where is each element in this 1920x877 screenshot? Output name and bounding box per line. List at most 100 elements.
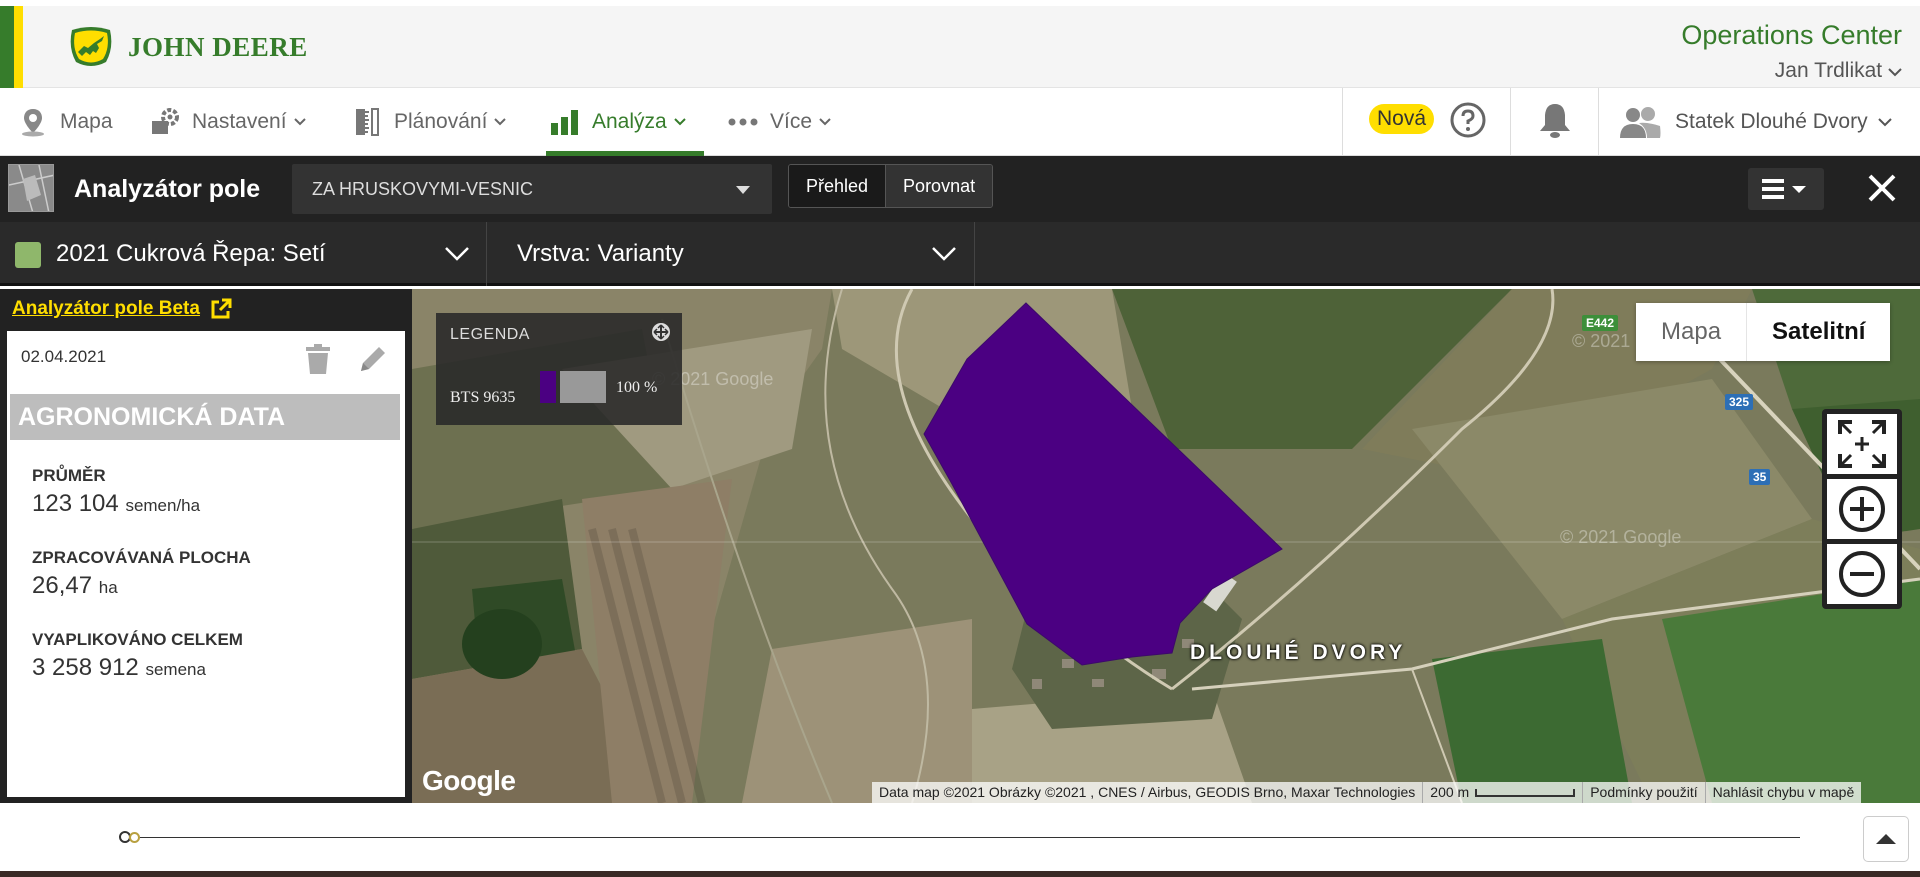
stat-number: 26,47: [32, 572, 93, 599]
zoom-out-icon: [1839, 551, 1885, 597]
bar-chart-icon: [550, 107, 580, 137]
tab-compare[interactable]: Porovnat: [885, 165, 993, 207]
satellite-map[interactable]: © 2021 Google © 2021 Google © 2021 Googl…: [412, 289, 1920, 803]
chevron-down-icon: [293, 118, 306, 126]
zoom-out-button[interactable]: [1827, 544, 1897, 604]
new-badge[interactable]: Nová: [1369, 104, 1435, 134]
setup-gear-icon: [150, 107, 180, 137]
page-title: Analyzátor pole: [74, 175, 261, 203]
nav-label-mapa: Mapa: [60, 110, 113, 133]
user-name: Jan Trdlikat: [1774, 59, 1883, 82]
field-map-thumbnail-icon: [9, 165, 53, 211]
chevron-down-icon: [1888, 68, 1902, 77]
caret-up-icon: [1876, 834, 1896, 844]
stat-label: PRŮMĚR: [32, 466, 106, 485]
stat-unit: semena: [145, 660, 206, 679]
left-panel: Analyzátor pole Beta 02.04.2021 AGRONOMI…: [0, 289, 412, 803]
chevron-down-icon: [819, 118, 831, 126]
legend-percent: 100 %: [616, 379, 658, 396]
layer-select[interactable]: Vrstva: Varianty: [487, 222, 975, 286]
stat-unit: ha: [98, 578, 118, 597]
map-attribution: Data map ©2021 Obrázky ©2021 , CNES / Ai…: [872, 782, 1862, 803]
map-watermark: © 2021 Google: [1560, 527, 1682, 547]
operation-date: 02.04.2021: [21, 347, 107, 366]
nav-item-planovani[interactable]: Plánování: [352, 88, 507, 156]
bottom-strip: [0, 871, 1920, 877]
fit-bounds-button[interactable]: [1827, 414, 1897, 474]
chevron-down-icon: [445, 247, 469, 261]
nav-divider: [1342, 88, 1343, 156]
stat-total-applied: VYAPLIKOVÁNO CELKEM 3 258 912 semena: [32, 630, 243, 682]
beta-link[interactable]: Analyzátor pole Beta: [12, 298, 232, 320]
users-group-icon: [1620, 107, 1661, 138]
stat-label: ZPRACOVÁVANÁ PLOCHA: [32, 548, 251, 567]
nav-item-mapa[interactable]: Mapa: [18, 88, 113, 156]
bell-icon[interactable]: [1535, 100, 1575, 140]
beta-link-label: Analyzátor pole Beta: [12, 298, 200, 319]
user-menu[interactable]: Jan Trdlikat: [1681, 59, 1902, 83]
map-pin-icon: [18, 107, 48, 137]
chevron-down-icon: [932, 247, 956, 261]
brand-wordmark: JOHN DEERE: [128, 31, 308, 62]
stat-value: 123 104 semen/ha: [32, 490, 200, 518]
terms-link[interactable]: Podmínky použití: [1583, 782, 1706, 803]
planning-ruler-icon: [352, 107, 382, 137]
legend-variety: BTS 9635: [450, 389, 516, 406]
map-type-map[interactable]: Mapa: [1636, 303, 1746, 361]
timeline-marker[interactable]: [129, 832, 140, 843]
help-icon[interactable]: [1450, 102, 1486, 138]
pencil-icon[interactable]: [357, 343, 389, 375]
trash-icon[interactable]: [303, 343, 333, 375]
legend-title: LEGENDA: [450, 326, 530, 343]
organization-name: Statek Dlouhé Dvory: [1675, 110, 1868, 133]
nav-label-analyza: Analýza: [592, 110, 667, 133]
expand-timeline-button[interactable]: [1863, 816, 1909, 862]
organization-menu[interactable]: Statek Dlouhé Dvory: [1617, 88, 1892, 156]
fit-extent-icon: [1838, 420, 1886, 468]
road-label: E442: [1582, 315, 1619, 331]
brand-stripe-green: [0, 6, 14, 88]
nav-label-nastaveni: Nastavení: [192, 110, 287, 133]
tab-overview[interactable]: Přehled: [789, 165, 886, 207]
move-icon[interactable]: [650, 321, 672, 343]
nav-divider: [1598, 88, 1599, 156]
legend-swatch-color: [540, 371, 556, 403]
brand-stripe-yellow: [14, 6, 23, 88]
filter-bar: 2021 Cukrová Řepa: Setí Vrstva: Varianty: [0, 222, 1920, 286]
stat-average: PRŮMĚR 123 104 semen/ha: [32, 466, 200, 518]
field-select[interactable]: ZA HRUSKOVYMI-VESNIC: [292, 164, 772, 214]
road-label: 325: [1725, 394, 1754, 410]
top-spacer: [0, 0, 1920, 6]
zoom-controls: [1822, 409, 1902, 609]
menu-button[interactable]: [1748, 168, 1824, 210]
timeline-track: [130, 837, 1800, 838]
crop-operation-select[interactable]: 2021 Cukrová Řepa: Setí: [0, 222, 487, 286]
deer-logo-icon: [70, 27, 112, 66]
app-title: Operations Center: [1681, 20, 1902, 50]
legend-swatch-bar: [560, 371, 606, 403]
view-toggle: Přehled Porovnat: [788, 164, 994, 208]
chevron-down-icon: [674, 118, 686, 126]
nav-divider: [1510, 88, 1511, 156]
field-thumbnail: [8, 164, 54, 212]
hamburger-menu-icon: [1762, 179, 1806, 199]
section-title: AGRONOMICKÁ DATA: [10, 394, 400, 440]
timeline-bar: [0, 803, 1920, 877]
stat-value: 26,47 ha: [32, 572, 251, 600]
more-dots-icon: [728, 107, 758, 137]
stat-value: 3 258 912 semena: [32, 654, 243, 682]
close-icon[interactable]: [1862, 168, 1902, 208]
zoom-in-icon: [1839, 486, 1885, 532]
road-label: 35: [1749, 469, 1771, 485]
nav-item-nastaveni[interactable]: Nastavení: [150, 88, 306, 156]
report-error-link[interactable]: Nahlásit chybu v mapě: [1706, 782, 1862, 803]
scale-bar: [1475, 788, 1576, 797]
map-legend[interactable]: LEGENDA BTS 9635 100 %: [436, 313, 682, 425]
nav-item-analyza[interactable]: Analýza: [546, 88, 704, 156]
stat-number: 3 258 912: [32, 654, 139, 681]
map-type-satellite[interactable]: Satelitní: [1746, 303, 1890, 361]
john-deere-logo[interactable]: JOHN DEERE: [66, 26, 308, 68]
nav-item-vice[interactable]: Více: [728, 88, 831, 156]
map-scale[interactable]: 200 m: [1423, 782, 1584, 803]
zoom-in-button[interactable]: [1827, 479, 1897, 539]
